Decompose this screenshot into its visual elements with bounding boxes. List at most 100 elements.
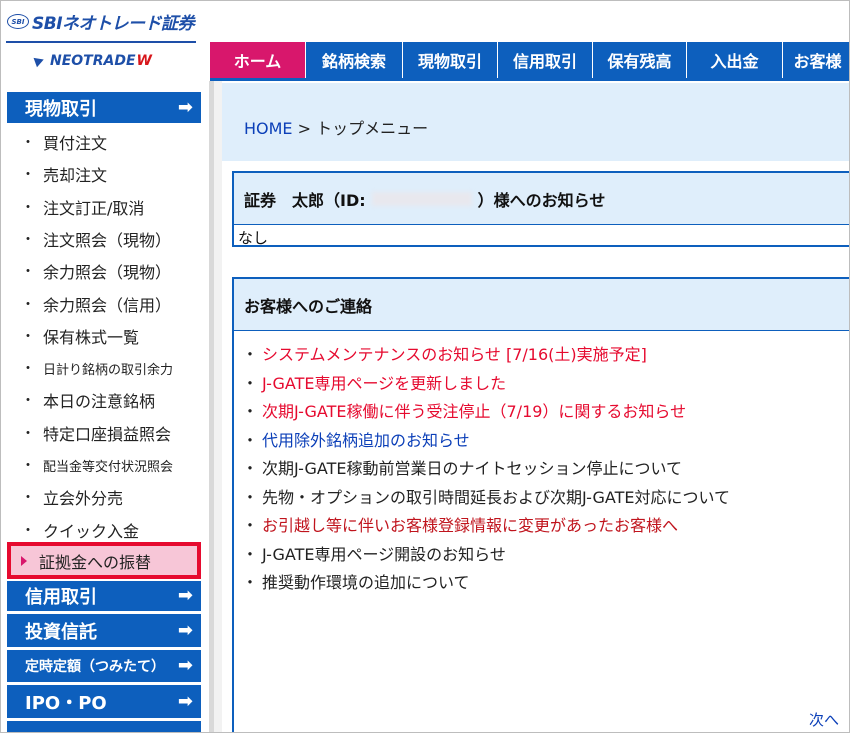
nav-tab[interactable]: 銘柄検索 xyxy=(306,42,403,78)
sidebar-head-label: 現物取引 xyxy=(25,98,97,120)
bullet-icon: ・ xyxy=(242,487,259,507)
neotrade-logo[interactable]: NEOTRADE W xyxy=(33,53,152,69)
sidebar-section-label: 信用取引 xyxy=(25,587,97,608)
contact-list-item[interactable]: ・先物・オプションの取引時間延長および次期J-GATE対応について xyxy=(242,482,849,511)
nav-tab[interactable]: 入出金 xyxy=(687,42,783,78)
sidebar-section-label: 定時定額（つみたて） xyxy=(25,659,165,675)
sidebar-item[interactable]: ・クイック入金 xyxy=(1,514,209,546)
arrow-right-icon: ➡ xyxy=(177,690,193,712)
bullet-icon: ・ xyxy=(242,573,259,593)
neotrade-w-mark: W xyxy=(136,53,152,69)
neotrade-logo-text: NEOTRADE xyxy=(50,53,136,69)
bullet-icon: ・ xyxy=(21,328,35,345)
sidebar-item-label: 証拠金への振替 xyxy=(39,552,152,572)
sidebar-section-head-partial[interactable] xyxy=(7,721,201,732)
contact-list-item[interactable]: ・次期J-GATE稼働に伴う受注停止（7/19）に関するお知らせ xyxy=(242,396,849,425)
contact-item-link[interactable]: 次期J-GATE稼動前営業日のナイトセッション停止について xyxy=(262,455,682,479)
main-content: HOME > トップメニュー 証券 太郎（ID: ）様へのお知らせ なし お客様… xyxy=(222,81,849,732)
sidebar-item-label: 日計り銘柄の取引余力 xyxy=(43,362,174,378)
sidebar-item[interactable]: ・配当金等交付状況照会 xyxy=(1,449,209,481)
breadcrumb-home-link[interactable]: HOME xyxy=(244,119,293,138)
sidebar-gutter xyxy=(214,81,222,732)
notice-title-prefix: 証券 太郎（ID: xyxy=(244,190,366,210)
bullet-icon: ・ xyxy=(21,393,35,410)
bullet-icon: ・ xyxy=(21,135,35,151)
bullet-icon: ・ xyxy=(21,522,35,539)
sbi-mark-icon: SBI xyxy=(7,14,29,29)
sidebar-item[interactable]: ・買付注文 xyxy=(1,126,209,158)
contact-list-item[interactable]: ・ J-GATE専用ページ開設のお知らせ xyxy=(242,539,849,568)
contact-item-link[interactable]: J-GATE専用ページ開設のお知らせ xyxy=(262,541,506,565)
sidebar-item-label: 特定口座損益照会 xyxy=(43,424,172,444)
next-page-link[interactable]: 次へ xyxy=(809,709,839,730)
bullet-icon: ・ xyxy=(242,402,259,422)
sidebar-item-label: 立会外分売 xyxy=(43,489,124,509)
notice-title-suffix: ）様へのお知らせ xyxy=(477,190,606,210)
sidebar-item[interactable]: ・注文照会（現物） xyxy=(1,223,209,255)
contact-item-link[interactable]: 代用除外銘柄追加のお知らせ xyxy=(262,427,470,451)
bullet-icon: ・ xyxy=(242,430,259,450)
contact-item-link[interactable]: J-GATE専用ページを更新しました xyxy=(262,370,506,394)
sidebar-section-head[interactable]: 定時定額（つみたて） ➡ xyxy=(7,650,201,682)
sidebar-item[interactable]: ・余力照会（現物） xyxy=(1,255,209,287)
bullet-icon: ・ xyxy=(21,425,35,442)
contact-list-item[interactable]: ・システムメンテナンスのお知らせ [7/16(土)実施予定] xyxy=(242,339,849,368)
nav-tab[interactable]: 現物取引 xyxy=(403,42,498,78)
sidebar-item-label: 注文訂正/取消 xyxy=(43,198,145,218)
bullet-icon: ・ xyxy=(21,458,35,474)
contact-list-item[interactable]: ・推奨動作環境の追加について xyxy=(242,567,849,596)
arrow-right-icon: ➡ xyxy=(177,585,193,606)
arrow-right-icon: ➡ xyxy=(177,619,193,641)
notice-box: 証券 太郎（ID: ）様へのお知らせ なし xyxy=(232,171,849,247)
breadcrumb-bar: HOME > トップメニュー xyxy=(222,83,849,161)
sidebar-item[interactable]: ・日計り銘柄の取引余力 xyxy=(1,352,209,384)
sidebar-item-label: 保有株式一覧 xyxy=(43,327,140,347)
contact-list: ・システムメンテナンスのお知らせ [7/16(土)実施予定] ・ J-GATE専用ペ… xyxy=(234,331,849,596)
sidebar-item[interactable]: ・特定口座損益照会 xyxy=(1,417,209,449)
arrow-right-icon: ➡ xyxy=(177,655,193,676)
contact-list-item[interactable]: ・お引越し等に伴いお客様登録情報に変更があったお客様へ xyxy=(242,510,849,539)
bullet-icon: ・ xyxy=(21,199,35,216)
sidebar-section-label: IPO・PO xyxy=(25,692,107,714)
sidebar-item[interactable]: ・売却注文 xyxy=(1,158,209,190)
sbi-logo[interactable]: SBI SBIネオトレード証券 xyxy=(7,9,195,34)
sidebar: 現物取引 ➡ ・買付注文・売却注文・注文訂正/取消・注文照会（現物）・余力照会（… xyxy=(1,81,209,732)
sidebar-section-head[interactable]: 投資信託 ➡ xyxy=(7,614,201,647)
nav-tab[interactable]: 保有残高 xyxy=(593,42,687,78)
contact-list-item[interactable]: ・次期J-GATE稼動前営業日のナイトセッション停止について xyxy=(242,453,849,482)
sidebar-item[interactable]: ・立会外分売 xyxy=(1,481,209,513)
contact-list-item[interactable]: ・ J-GATE専用ページを更新しました xyxy=(242,368,849,397)
bullet-icon: ・ xyxy=(21,231,35,248)
sidebar-item[interactable]: ・余力照会（信用） xyxy=(1,288,209,320)
nav-tab[interactable]: 信用取引 xyxy=(498,42,593,78)
triangle-right-icon xyxy=(21,555,27,566)
bullet-icon: ・ xyxy=(242,516,259,536)
contact-item-link[interactable]: 先物・オプションの取引時間延長および次期J-GATE対応について xyxy=(262,484,730,508)
contact-item-link[interactable]: 推奨動作環境の追加について xyxy=(262,569,470,593)
contact-list-item[interactable]: ・代用除外銘柄追加のお知らせ xyxy=(242,425,849,454)
bullet-icon: ・ xyxy=(21,361,35,378)
bullet-icon: ・ xyxy=(21,167,35,184)
page-frame: SBI SBIネオトレード証券 NEOTRADE W ホーム 銘柄検索 現物取引 信用… xyxy=(0,0,850,733)
sidebar-item[interactable]: ・保有株式一覧 xyxy=(1,320,209,352)
contact-item-link[interactable]: お引越し等に伴いお客様登録情報に変更があったお客様へ xyxy=(262,512,678,536)
breadcrumb: HOME > トップメニュー xyxy=(244,115,428,139)
top-navigation: ホーム 銘柄検索 現物取引 信用取引 保有残高 入出金 お客様 xyxy=(210,42,849,78)
sidebar-section-label: 投資信託 xyxy=(25,621,97,643)
sidebar-head-genbutsu[interactable]: 現物取引 ➡ xyxy=(7,92,201,123)
sidebar-item-label: 注文照会（現物） xyxy=(43,230,172,250)
contact-item-link[interactable]: システムメンテナンスのお知らせ [7/16(土)実施予定] xyxy=(262,341,647,365)
contact-item-link[interactable]: 次期J-GATE稼働に伴う受注停止（7/19）に関するお知らせ xyxy=(262,398,686,422)
sidebar-item[interactable]: ・本日の注意銘柄 xyxy=(1,384,209,416)
sidebar-item-label: 売却注文 xyxy=(43,166,108,186)
sidebar-item-selected[interactable]: 証拠金への振替 xyxy=(7,542,201,579)
sidebar-item-label: クイック入金 xyxy=(43,521,140,541)
contact-title: お客様へのご連絡 xyxy=(234,279,849,331)
sidebar-section-head[interactable]: 信用取引 ➡ xyxy=(7,581,201,611)
sidebar-item-label: 余力照会（現物） xyxy=(43,263,172,283)
sidebar-item[interactable]: ・注文訂正/取消 xyxy=(1,191,209,223)
sidebar-section-head[interactable]: IPO・PO ➡ xyxy=(7,685,201,718)
bullet-icon: ・ xyxy=(242,345,259,365)
nav-tab[interactable]: お客様 xyxy=(783,42,849,78)
nav-tab[interactable]: ホーム xyxy=(210,42,306,78)
